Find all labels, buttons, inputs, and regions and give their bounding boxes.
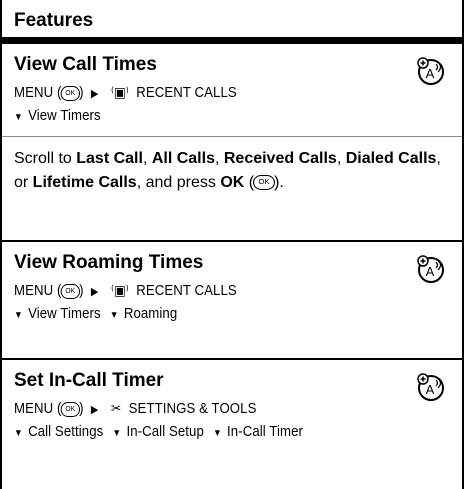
feature-page: Features View Call Times A MENU (OK) ▶ ⁽…: [0, 0, 464, 489]
network-feature-icon: A: [417, 373, 444, 401]
network-feature-icon: A: [417, 255, 444, 283]
menu-target: RECENT CALLS: [136, 84, 237, 101]
down-arrow-icon: ▼: [112, 428, 122, 439]
menu-target: RECENT CALLS: [136, 282, 237, 299]
svg-text:A: A: [426, 264, 435, 279]
svg-text:A: A: [426, 66, 435, 81]
submenu-path: ▼ View Timers ▼ Roaming: [14, 305, 178, 322]
ok-key-icon: OK: [60, 401, 80, 417]
triangle-icon: ▶: [90, 88, 99, 100]
section-description: Scroll to Last Call, All Calls, Received…: [2, 136, 462, 195]
section-title: View Roaming Times: [14, 252, 204, 273]
down-arrow-icon: ▼: [14, 310, 23, 321]
section-title: Set In-Call Timer: [14, 370, 164, 391]
menu-path: MENU (OK) ▶ ⁽▣⁾ RECENT CALLS: [14, 84, 237, 101]
down-arrow-icon: ▼: [212, 428, 222, 439]
triangle-icon: ▶: [90, 286, 99, 298]
down-arrow-icon: ▼: [109, 310, 119, 321]
network-feature-icon: A: [417, 57, 444, 85]
recent-calls-icon: ⁽▣⁾: [110, 84, 129, 100]
page-header: Features: [2, 0, 462, 44]
menu-target: SETTINGS & TOOLS: [128, 400, 257, 417]
submenu-path: ▼ Call Settings ▼ In-Call Setup ▼ In-Call T…: [14, 423, 303, 440]
triangle-icon: ▶: [90, 404, 99, 416]
ok-key-icon: OK: [60, 283, 80, 299]
ok-key-icon: OK: [60, 85, 80, 101]
settings-tools-icon: ✂: [110, 400, 122, 416]
down-arrow-icon: ▼: [14, 428, 23, 439]
section-set-in-call-timer: Set In-Call Timer A MENU (OK) ▶ ✂ SETTIN…: [2, 360, 462, 485]
section-view-roaming-times: View Roaming Times A MENU (OK) ▶ ⁽▣⁾ REC…: [2, 242, 462, 360]
down-arrow-icon: ▼: [14, 112, 23, 123]
page-title: Features: [14, 10, 94, 31]
section-view-call-times: View Call Times A MENU (OK) ▶ ⁽▣⁾ RECENT…: [2, 44, 462, 242]
submenu-path: ▼ View Timers: [14, 107, 101, 124]
menu-path: MENU (OK) ▶ ⁽▣⁾ RECENT CALLS: [14, 282, 237, 299]
svg-text:A: A: [426, 382, 435, 397]
ok-key-icon: OK: [253, 175, 276, 191]
recent-calls-icon: ⁽▣⁾: [110, 282, 129, 298]
menu-path: MENU (OK) ▶ ✂ SETTINGS & TOOLS: [14, 400, 257, 417]
section-title: View Call Times: [14, 54, 157, 75]
